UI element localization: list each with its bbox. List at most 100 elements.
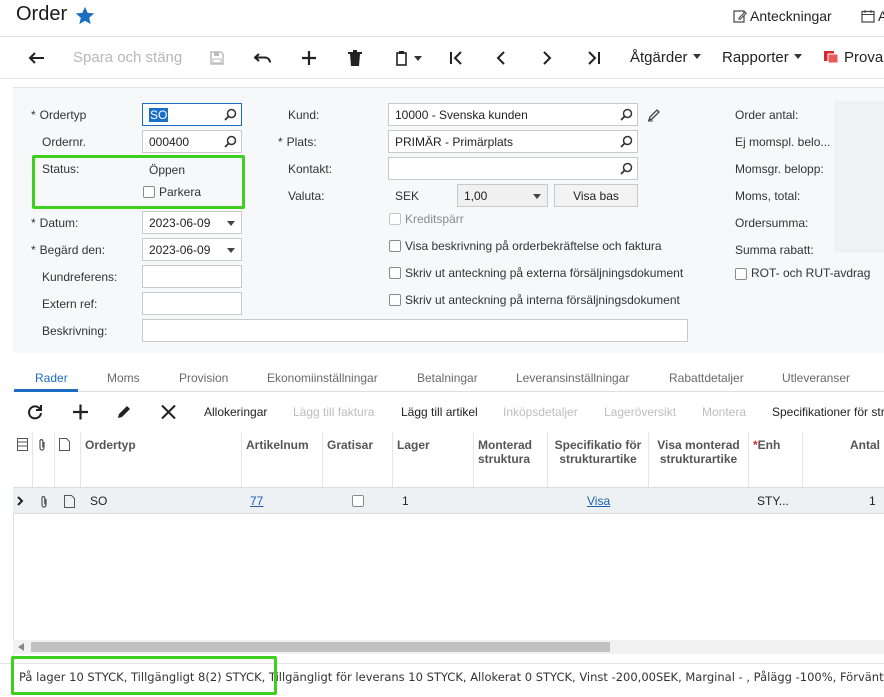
rot-rut-checkbox[interactable] <box>735 268 747 283</box>
currency-label: Valuta: <box>288 189 325 203</box>
previous-record-button[interactable] <box>491 46 511 70</box>
tab-discount-details[interactable]: Rabattdetaljer <box>669 371 744 385</box>
add-item-button[interactable]: Lägg till artikel <box>401 405 478 419</box>
search-icon[interactable] <box>224 135 237 148</box>
col-article-number[interactable]: Artikelnum <box>242 432 323 487</box>
search-icon[interactable] <box>224 108 237 121</box>
place-field[interactable]: PRIMÄR - Primärplats <box>388 130 638 153</box>
paperclip-icon[interactable] <box>39 495 49 509</box>
next-record-button[interactable] <box>537 46 557 70</box>
tab-commission[interactable]: Provision <box>179 371 228 385</box>
print-external-checkbox[interactable] <box>389 267 401 282</box>
save-icon <box>210 51 224 65</box>
paste-menu-button[interactable] <box>391 46 425 70</box>
tab-tax[interactable]: Moms <box>107 371 140 385</box>
customer-field[interactable]: 10000 - Svenska kunden <box>388 103 638 126</box>
try-button[interactable]: Prova <box>824 49 883 66</box>
assemble-button[interactable]: Montera <box>702 405 746 419</box>
add-invoice-button[interactable]: Lägg till faktura <box>293 405 374 419</box>
show-description-label: Visa beskrivning på orderbekräftelse och… <box>405 239 662 253</box>
try-label: Prova <box>844 49 884 66</box>
date-field[interactable]: 2023-06-09 <box>142 211 242 234</box>
last-record-button[interactable] <box>584 46 604 70</box>
column-settings-icon[interactable] <box>17 438 28 451</box>
edit-row-icon[interactable] <box>116 404 132 420</box>
search-icon[interactable] <box>620 162 633 175</box>
first-record-button[interactable] <box>446 46 466 70</box>
tab-shipments[interactable]: Utleveranser <box>782 371 850 385</box>
chevron-down-icon <box>793 54 802 59</box>
search-icon[interactable] <box>620 135 633 148</box>
tab-shipping-settings[interactable]: Leveransinställningar <box>516 371 629 385</box>
order-nr-label: Ordernr. <box>42 135 87 149</box>
tab-payments[interactable]: Betalningar <box>417 371 478 385</box>
requested-date-field[interactable]: 2023-06-09 <box>142 238 242 261</box>
favorite-star-icon[interactable] <box>74 5 96 27</box>
reports-menu[interactable]: Rapporter <box>722 49 802 66</box>
specifications-button[interactable]: Specifikationer för str <box>772 405 884 419</box>
cell-free-item-checkbox[interactable] <box>352 495 364 510</box>
actions-menu[interactable]: Åtgärder <box>630 49 701 66</box>
contact-field[interactable] <box>388 157 638 180</box>
col-warehouse[interactable]: Lager <box>393 432 474 487</box>
edit-pencil-icon[interactable] <box>647 108 661 122</box>
delete-button[interactable] <box>345 46 365 70</box>
purchase-details-button[interactable]: Inköpsdetaljer <box>503 405 578 419</box>
col-unit[interactable]: *Enh <box>749 432 803 487</box>
external-ref-field[interactable] <box>142 292 242 315</box>
customer-ref-field[interactable] <box>142 265 242 288</box>
col-assembled-structure[interactable]: Monterad struktura <box>474 432 548 487</box>
order-screen: Order Anteckningar A Spara och stäng Åtg… <box>0 0 884 697</box>
reports-label: Rapporter <box>722 49 789 66</box>
description-field[interactable] <box>142 319 688 342</box>
summary-taxable: Momsgr. belopp: <box>735 162 824 176</box>
col-show-assembled[interactable]: Visa monterad strukturartike <box>649 432 749 487</box>
chevron-right-icon[interactable] <box>17 496 24 506</box>
chevron-right-icon <box>543 51 552 65</box>
refresh-icon[interactable] <box>27 404 43 420</box>
show-description-checkbox[interactable] <box>389 240 401 255</box>
add-row-icon[interactable] <box>73 404 88 420</box>
tab-financial-settings[interactable]: Ekonomiinställningar <box>267 371 378 385</box>
cell-spec-link[interactable]: Visa <box>587 494 610 508</box>
status-highlight-box <box>32 155 245 209</box>
rot-rut-label: ROT- och RUT-avdrag <box>751 266 871 280</box>
table-row[interactable] <box>13 487 884 514</box>
scrollbar-thumb[interactable] <box>31 642 610 652</box>
currency-rate-field[interactable]: 1,00 <box>457 184 548 207</box>
date-label: * Datum: <box>31 216 79 230</box>
summary-tax-total: Moms, total: <box>735 189 801 203</box>
back-button[interactable] <box>26 46 46 70</box>
save-button[interactable] <box>207 46 227 70</box>
notes-button[interactable]: Anteckningar <box>733 8 832 24</box>
delete-row-icon[interactable] <box>161 404 176 420</box>
view-base-button[interactable]: Visa bas <box>554 184 638 207</box>
chevron-down-icon[interactable] <box>533 194 541 199</box>
document-icon[interactable] <box>64 495 75 508</box>
add-button[interactable] <box>299 46 319 70</box>
active-tab-indicator <box>14 389 78 392</box>
description-label: Beskrivning: <box>42 324 108 338</box>
chevron-down-icon[interactable] <box>227 248 235 253</box>
undo-button[interactable] <box>253 46 273 70</box>
col-order-type[interactable]: Ordertyp <box>81 432 242 487</box>
allocations-button[interactable]: Allokeringar <box>204 405 267 419</box>
notes-label: Anteckningar <box>750 8 832 24</box>
scroll-left-icon[interactable] <box>18 643 24 651</box>
header-note-cell <box>55 432 81 487</box>
order-type-field[interactable]: SO <box>142 103 242 126</box>
cell-article-link[interactable]: 77 <box>250 494 263 508</box>
order-nr-field[interactable]: 000400 <box>142 130 242 153</box>
col-quantity[interactable]: Antal <box>803 432 884 487</box>
chevron-down-icon[interactable] <box>227 221 235 226</box>
summary-values-column <box>834 101 884 253</box>
header-settings-cell[interactable] <box>13 432 33 487</box>
tab-lines[interactable]: Rader <box>35 371 68 385</box>
stock-overview-button[interactable]: Lageröversikt <box>604 405 676 419</box>
print-internal-checkbox[interactable] <box>389 294 401 309</box>
save-close-button[interactable]: Spara och stäng <box>73 49 182 66</box>
col-structure-spec[interactable]: Specifikatio för strukturartike <box>548 432 649 487</box>
search-icon[interactable] <box>620 108 633 121</box>
col-free-item[interactable]: Gratisar <box>323 432 393 487</box>
calendar-button[interactable]: A <box>861 8 884 24</box>
